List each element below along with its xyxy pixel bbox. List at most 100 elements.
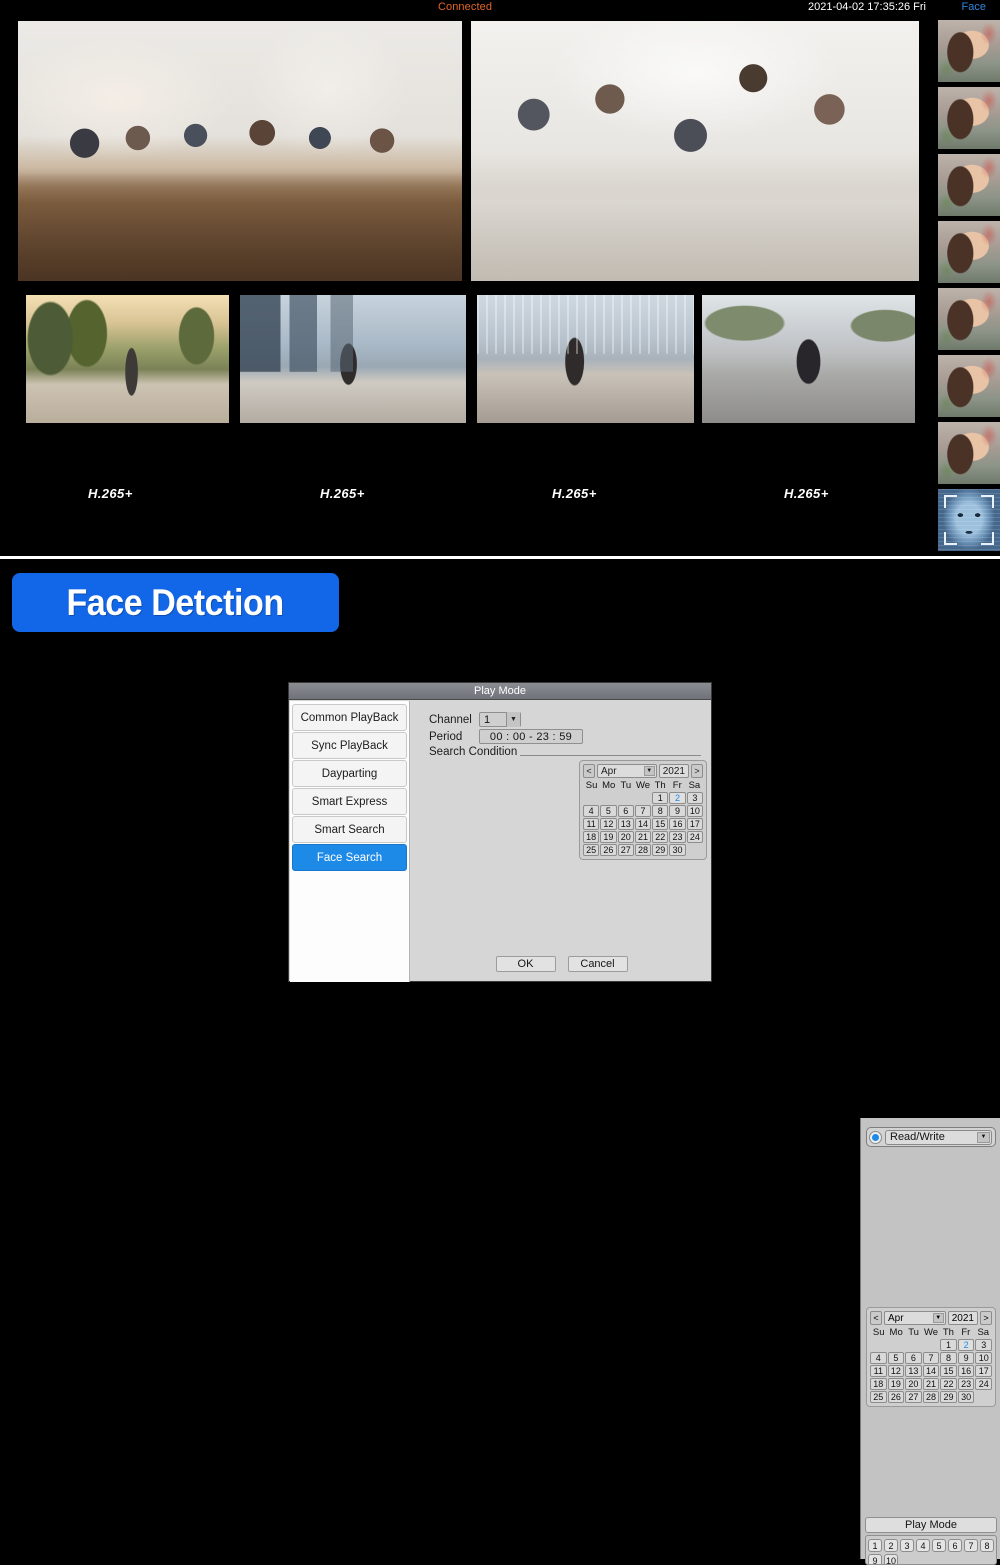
channel-chip-6[interactable]: 6	[948, 1539, 962, 1552]
video-tile-channel-6[interactable]	[702, 295, 915, 423]
dialog-calendar-day-cell[interactable]: 7	[635, 805, 651, 817]
video-tile-channel-5[interactable]	[477, 295, 694, 423]
panel-calendar-day-cell[interactable]: 18	[870, 1378, 887, 1390]
ok-button[interactable]: OK	[496, 956, 556, 972]
dialog-calendar-day-cell[interactable]: 11	[583, 818, 599, 830]
panel-calendar-day-cell[interactable]: 1	[940, 1339, 957, 1351]
face-capture-strip[interactable]	[932, 16, 1000, 556]
dialog-calendar-day-cell[interactable]: 5	[600, 805, 616, 817]
dialog-sidebar-item-smart-express[interactable]: Smart Express	[292, 788, 407, 815]
dialog-calendar-day-cell[interactable]: 9	[669, 805, 685, 817]
panel-calendar-day-cell[interactable]: 3	[975, 1339, 992, 1351]
panel-calendar-day-cell[interactable]: 25	[870, 1391, 887, 1403]
dialog-calendar-day-cell[interactable]: 30	[669, 844, 685, 856]
channel-chip-4[interactable]: 4	[916, 1539, 930, 1552]
period-input[interactable]: 00 : 00 - 23 : 59	[479, 729, 583, 744]
dialog-sidebar-item-face-search[interactable]: Face Search	[292, 844, 407, 871]
radio-selected-icon[interactable]	[870, 1132, 881, 1143]
dialog-calendar-day-cell[interactable]: 3	[687, 792, 703, 804]
panel-calendar-day-cell[interactable]: 27	[905, 1391, 922, 1403]
video-tile-channel-3[interactable]	[26, 295, 229, 423]
face-thumbnail-8[interactable]	[938, 489, 1000, 551]
channel-select[interactable]: 1 ▼	[479, 712, 521, 727]
panel-calendar-year-field[interactable]: 2021	[948, 1311, 978, 1325]
panel-calendar-day-cell[interactable]: 13	[905, 1365, 922, 1377]
dialog-calendar-day-cell[interactable]: 26	[600, 844, 616, 856]
channel-chip-1[interactable]: 1	[868, 1539, 882, 1552]
panel-date-picker[interactable]: <Apr▼2021>SuMoTuWeThFrSa1234567891011121…	[866, 1307, 996, 1407]
dialog-calendar-day-cell[interactable]: 14	[635, 818, 651, 830]
face-tab-label[interactable]: Face	[962, 1, 986, 13]
panel-calendar-day-cell[interactable]: 4	[870, 1352, 887, 1364]
panel-calendar-day-cell[interactable]: 20	[905, 1378, 922, 1390]
panel-calendar-day-cell[interactable]: 22	[940, 1378, 957, 1390]
face-thumbnail-2[interactable]	[938, 87, 1000, 149]
channel-chip-10[interactable]: 10	[884, 1554, 898, 1565]
face-thumbnail-5[interactable]	[938, 288, 1000, 350]
dialog-calendar-prev-month-button[interactable]: <	[583, 764, 595, 778]
dialog-calendar-day-cell[interactable]: 21	[635, 831, 651, 843]
dialog-calendar-year-field[interactable]: 2021	[659, 764, 689, 778]
channel-chip-7[interactable]: 7	[964, 1539, 978, 1552]
channel-chip-5[interactable]: 5	[932, 1539, 946, 1552]
panel-calendar-day-cell[interactable]: 11	[870, 1365, 887, 1377]
channel-chip-9[interactable]: 9	[868, 1554, 882, 1565]
video-tile-channel-4[interactable]	[240, 295, 466, 423]
face-thumbnail-4[interactable]	[938, 221, 1000, 283]
chevron-down-icon[interactable]: ▼	[506, 712, 520, 727]
dialog-sidebar-item-common-playback[interactable]: Common PlayBack	[292, 704, 407, 731]
channel-chip-8[interactable]: 8	[980, 1539, 994, 1552]
panel-calendar-day-cell[interactable]: 21	[923, 1378, 940, 1390]
dialog-calendar-day-cell[interactable]: 23	[669, 831, 685, 843]
dialog-calendar-day-cell[interactable]: 29	[652, 844, 668, 856]
dialog-calendar-day-cell[interactable]: 4	[583, 805, 599, 817]
face-thumbnail-7[interactable]	[938, 422, 1000, 484]
face-thumbnail-6[interactable]	[938, 355, 1000, 417]
dialog-calendar-day-cell[interactable]: 6	[618, 805, 634, 817]
panel-calendar-day-cell[interactable]: 12	[888, 1365, 905, 1377]
dialog-sidebar-item-smart-search[interactable]: Smart Search	[292, 816, 407, 843]
panel-calendar-day-cell[interactable]: 24	[975, 1378, 992, 1390]
channel-chip-list[interactable]: 12345678910	[865, 1535, 997, 1565]
channel-chip-2[interactable]: 2	[884, 1539, 898, 1552]
panel-calendar-month-select[interactable]: Apr▼	[884, 1311, 946, 1325]
panel-calendar-day-cell[interactable]: 7	[923, 1352, 940, 1364]
panel-calendar-day-cell[interactable]: 30	[958, 1391, 975, 1403]
dialog-calendar-day-cell[interactable]: 19	[600, 831, 616, 843]
dialog-calendar-day-cell[interactable]: 8	[652, 805, 668, 817]
dialog-calendar-day-cell[interactable]: 12	[600, 818, 616, 830]
panel-calendar-day-cell[interactable]: 29	[940, 1391, 957, 1403]
dialog-calendar-day-cell[interactable]: 20	[618, 831, 634, 843]
readwrite-select-box[interactable]: Read/Write ▼	[885, 1130, 992, 1145]
dialog-calendar-next-month-button[interactable]: >	[691, 764, 703, 778]
panel-calendar-day-cell[interactable]: 26	[888, 1391, 905, 1403]
dialog-calendar-day-cell[interactable]: 28	[635, 844, 651, 856]
dialog-calendar-day-cell[interactable]: 10	[687, 805, 703, 817]
dialog-calendar-day-cell[interactable]: 22	[652, 831, 668, 843]
face-thumbnail-3[interactable]	[938, 154, 1000, 216]
dialog-calendar-day-cell[interactable]: 16	[669, 818, 685, 830]
panel-calendar-day-cell[interactable]: 23	[958, 1378, 975, 1390]
panel-calendar-day-cell[interactable]: 9	[958, 1352, 975, 1364]
dialog-sidebar-item-sync-playback[interactable]: Sync PlayBack	[292, 732, 407, 759]
chevron-down-icon[interactable]: ▼	[644, 766, 655, 776]
panel-calendar-prev-month-button[interactable]: <	[870, 1311, 882, 1325]
chevron-down-icon[interactable]: ▼	[933, 1313, 944, 1323]
dialog-calendar-day-cell[interactable]: 18	[583, 831, 599, 843]
panel-calendar-day-cell[interactable]: 14	[923, 1365, 940, 1377]
panel-calendar-day-cell[interactable]: 28	[923, 1391, 940, 1403]
panel-calendar-day-cell[interactable]: 10	[975, 1352, 992, 1364]
dialog-calendar-month-select[interactable]: Apr▼	[597, 764, 657, 778]
panel-calendar-day-cell[interactable]: 16	[958, 1365, 975, 1377]
panel-calendar-day-cell[interactable]: 6	[905, 1352, 922, 1364]
panel-calendar-day-cell[interactable]: 2	[958, 1339, 975, 1351]
video-tile-channel-2[interactable]	[471, 21, 919, 281]
dialog-calendar-day-cell[interactable]: 25	[583, 844, 599, 856]
cancel-button[interactable]: Cancel	[568, 956, 628, 972]
dialog-calendar-day-cell[interactable]: 24	[687, 831, 703, 843]
dialog-sidebar-item-dayparting[interactable]: Dayparting	[292, 760, 407, 787]
panel-calendar-next-month-button[interactable]: >	[980, 1311, 992, 1325]
dialog-date-picker[interactable]: <Apr▼2021>SuMoTuWeThFrSa1234567891011121…	[579, 760, 707, 860]
face-thumbnail-1[interactable]	[938, 20, 1000, 82]
panel-calendar-day-cell[interactable]: 15	[940, 1365, 957, 1377]
